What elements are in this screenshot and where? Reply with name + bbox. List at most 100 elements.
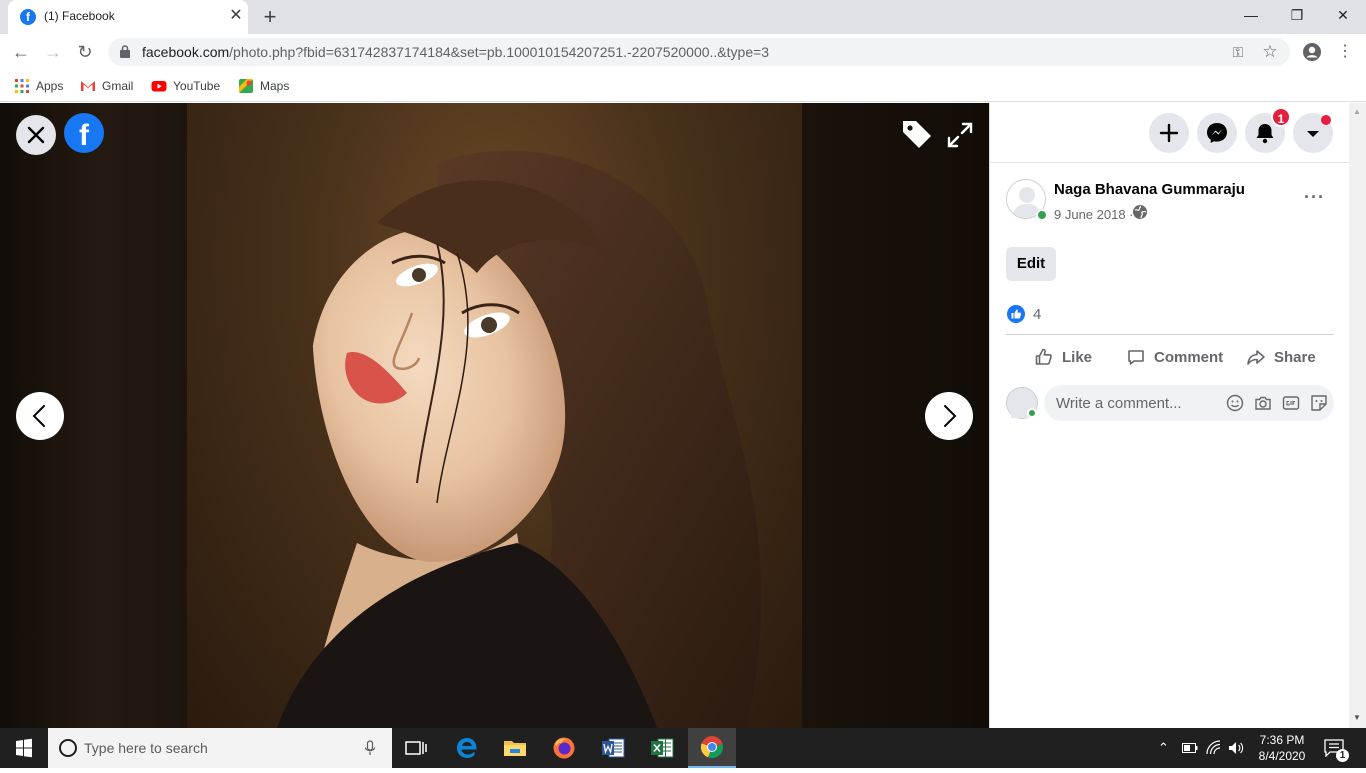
comment-button[interactable]: Comment	[1126, 343, 1223, 371]
apps-grid-icon	[15, 79, 29, 93]
notification-badge: 1	[1271, 107, 1291, 127]
panel-header: 1	[990, 103, 1350, 163]
comment-icon	[1128, 350, 1144, 365]
scroll-up-icon[interactable]: ▲	[1353, 107, 1361, 116]
bookmark-youtube[interactable]: YouTube	[151, 77, 220, 95]
portrait-image	[277, 150, 762, 728]
windows-taskbar: Type here to search ⌃ 7:36 PM 8/4/2020 1	[0, 728, 1366, 768]
thumbs-up-outline-icon	[1035, 348, 1052, 365]
task-view-icon[interactable]	[392, 728, 440, 768]
gif-icon[interactable]	[1282, 394, 1300, 412]
bookmark-label: Apps	[36, 79, 64, 93]
system-clock[interactable]: 7:36 PM 8/4/2020	[1252, 732, 1312, 764]
chevron-left-icon	[32, 405, 45, 427]
kebab-menu-icon[interactable]: ⋮	[1332, 39, 1358, 65]
tag-icon[interactable]	[900, 117, 934, 151]
bookmark-apps[interactable]: Apps	[14, 77, 63, 95]
windows-logo-icon	[16, 738, 32, 758]
comment-label: Comment	[1154, 348, 1224, 366]
close-icon	[27, 126, 45, 144]
create-button[interactable]	[1149, 113, 1189, 153]
globe-icon	[1133, 205, 1147, 219]
firefox-icon[interactable]	[540, 728, 588, 768]
battery-icon[interactable]	[1182, 742, 1198, 754]
online-status-dot	[1027, 408, 1037, 418]
window-close-icon[interactable]: ✕	[1320, 0, 1366, 30]
facebook-logo-icon[interactable]: f	[64, 113, 104, 153]
share-button[interactable]: Share	[1246, 343, 1316, 371]
microphone-icon[interactable]	[364, 740, 376, 756]
scroll-down-icon[interactable]: ▼	[1353, 713, 1361, 722]
volume-icon[interactable]	[1228, 740, 1246, 756]
divider	[1006, 334, 1334, 335]
file-explorer-icon[interactable]	[491, 728, 539, 768]
cortana-icon	[59, 739, 77, 757]
restore-icon[interactable]: ❐	[1274, 0, 1320, 30]
post-date[interactable]: 9 June 2018 ·	[1054, 207, 1134, 222]
new-tab-button[interactable]: +	[258, 5, 282, 29]
next-photo-button[interactable]	[925, 392, 973, 440]
youtube-icon	[151, 81, 167, 92]
start-button[interactable]	[0, 728, 48, 768]
photo	[187, 103, 802, 728]
tab-strip: f (1) Facebook ✕ + — ❐ ✕	[0, 0, 1366, 34]
key-icon[interactable]: ⚿	[1228, 42, 1248, 62]
clock-time: 7:36 PM	[1259, 733, 1305, 747]
close-viewer-button[interactable]	[16, 115, 56, 155]
photo-viewer: f	[0, 103, 989, 728]
profile-icon[interactable]	[1302, 42, 1322, 62]
like-count[interactable]: 4	[1033, 306, 1041, 323]
search-placeholder: Type here to search	[84, 740, 208, 756]
like-button[interactable]: Like	[1034, 343, 1092, 371]
online-status-dot	[1036, 209, 1048, 221]
edge-icon[interactable]	[443, 728, 491, 768]
chrome-icon[interactable]	[688, 728, 736, 768]
browser-tab[interactable]: f (1) Facebook ✕	[8, 0, 248, 34]
emoji-icon[interactable]	[1226, 394, 1244, 412]
forward-icon[interactable]: →	[40, 39, 66, 65]
facebook-favicon-icon: f	[20, 9, 36, 25]
bookmark-label: YouTube	[173, 79, 221, 93]
action-center-badge: 1	[1336, 749, 1349, 762]
fullscreen-icon[interactable]	[946, 121, 974, 149]
sticker-icon[interactable]	[1310, 394, 1328, 412]
show-hidden-icons[interactable]: ⌃	[1158, 740, 1169, 756]
minimize-icon[interactable]: —	[1228, 0, 1274, 30]
camera-icon[interactable]	[1254, 394, 1272, 412]
browser-toolbar: ← → ↻ facebook.com/photo.php?fbid=631742…	[0, 34, 1366, 70]
tab-title: (1) Facebook	[44, 9, 115, 23]
chevron-right-icon	[944, 405, 957, 427]
bookmark-maps[interactable]: Maps	[238, 77, 289, 95]
comment-input[interactable]: Write a comment...	[1044, 385, 1334, 421]
post-panel: 1 Naga Bhavana Gummaraju 9 June 2018 · ·…	[989, 103, 1366, 728]
messenger-button[interactable]	[1197, 113, 1237, 153]
back-icon[interactable]: ←	[8, 39, 34, 65]
previous-photo-button[interactable]	[16, 392, 64, 440]
like-label: Like	[1062, 348, 1093, 366]
url-path: /photo.php?fbid=631742837174184&set=pb.1…	[229, 44, 770, 60]
star-icon[interactable]: ☆	[1260, 42, 1280, 62]
address-bar[interactable]: facebook.com/photo.php?fbid=631742837174…	[108, 38, 1290, 66]
like-reaction-icon[interactable]	[1007, 305, 1025, 323]
tab-close-icon[interactable]: ✕	[226, 6, 246, 26]
excel-icon[interactable]	[638, 728, 686, 768]
lock-icon	[120, 45, 130, 58]
wifi-icon[interactable]	[1206, 740, 1222, 756]
word-icon[interactable]	[589, 728, 637, 768]
messenger-icon	[1207, 123, 1227, 143]
clock-date: 8/4/2020	[1258, 749, 1306, 763]
edit-button[interactable]: Edit	[1006, 247, 1056, 281]
comment-placeholder: Write a comment...	[1056, 395, 1182, 412]
bookmark-gmail[interactable]: Gmail	[80, 77, 133, 95]
reload-icon[interactable]: ↻	[72, 39, 98, 65]
scrollbar[interactable]: ▲ ▼	[1349, 103, 1366, 728]
share-icon	[1247, 350, 1265, 365]
gmail-icon	[81, 81, 95, 91]
plus-icon	[1159, 123, 1179, 143]
url-host: facebook.com	[142, 44, 230, 60]
share-label: Share	[1274, 348, 1316, 366]
more-options-button[interactable]: ···	[1304, 187, 1325, 208]
taskbar-search[interactable]: Type here to search	[48, 728, 392, 768]
url-text: facebook.com/photo.php?fbid=631742837174…	[142, 44, 769, 60]
author-name[interactable]: Naga Bhavana Gummaraju	[1054, 181, 1245, 198]
